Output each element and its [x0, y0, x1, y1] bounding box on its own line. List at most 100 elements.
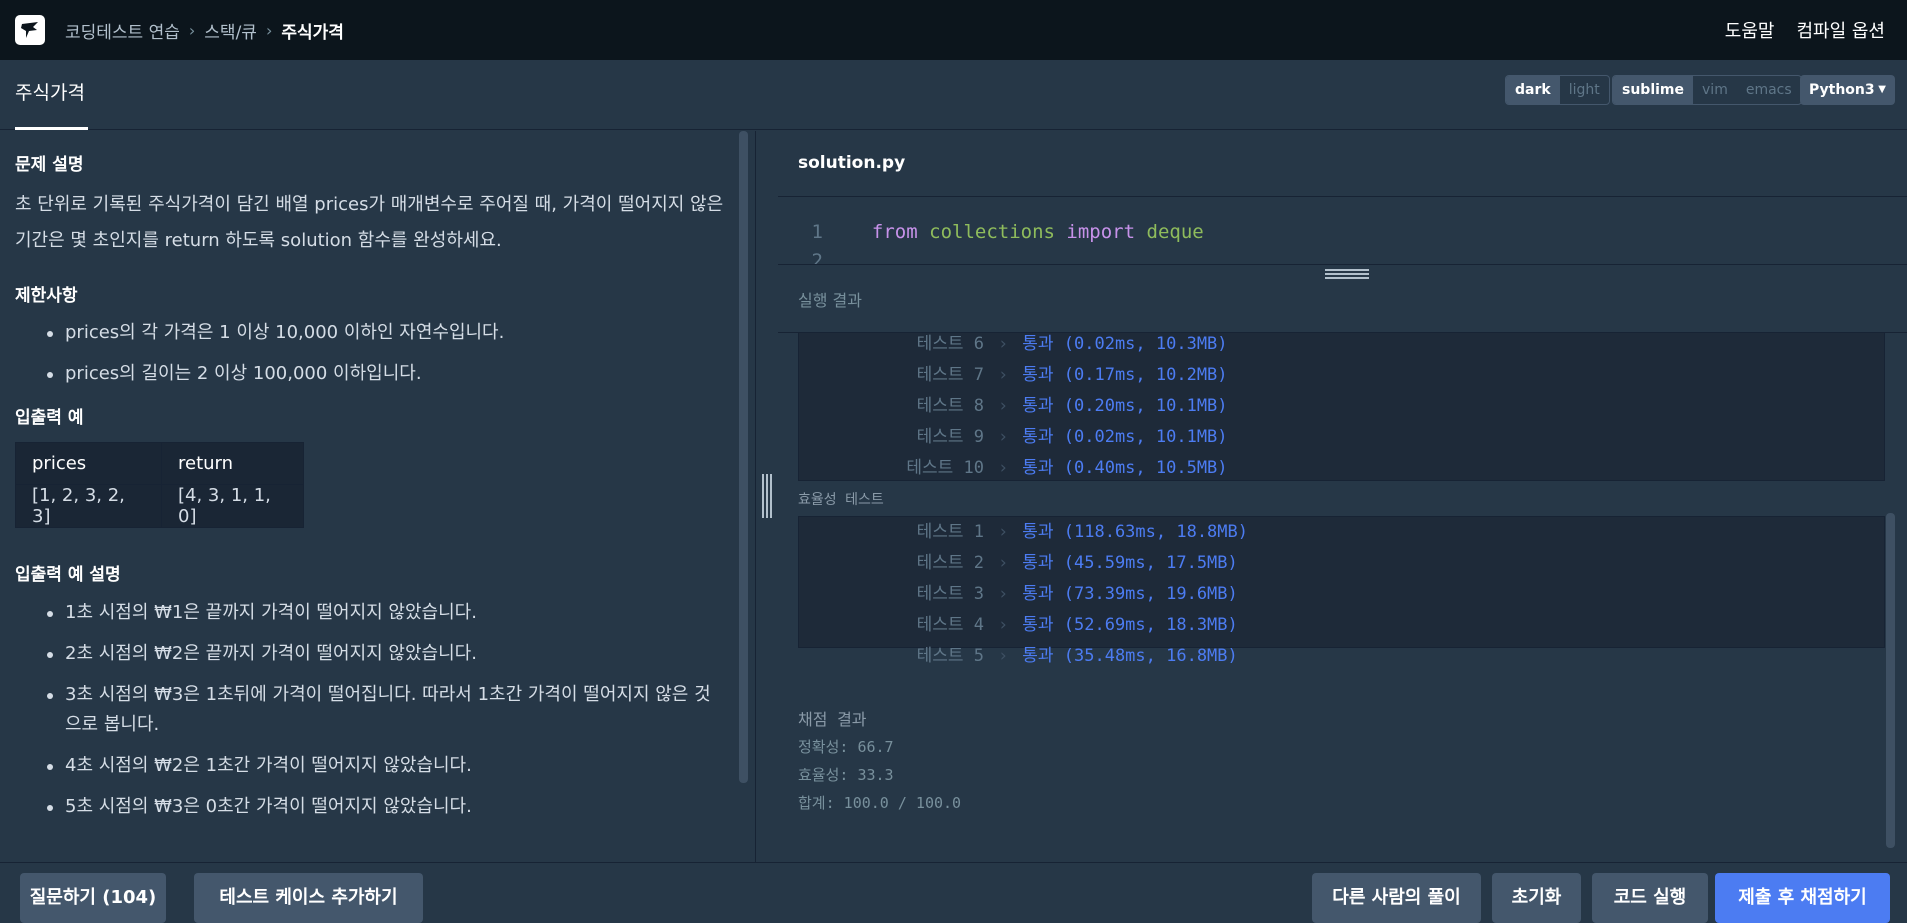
theme-light-option[interactable]: light: [1560, 76, 1609, 104]
section-title-limits: 제한사항: [15, 286, 78, 306]
test-name: 테스트 4: [916, 615, 984, 635]
action-bar: 질문하기 (104) 테스트 케이스 추가하기 다른 사람의 풀이 초기화 코드…: [0, 862, 1907, 923]
code-line: 2: [778, 250, 823, 264]
test-result: 통과 (0.17ms, 10.2MB): [1022, 365, 1228, 385]
test-name: 테스트 10: [906, 458, 984, 478]
chevron-right-icon: ›: [998, 334, 1009, 354]
test-result: 통과 (0.02ms, 10.3MB): [1022, 334, 1228, 354]
score-accuracy: 정확성: 66.7: [798, 738, 894, 756]
test-result: 통과 (45.59ms, 17.5MB): [1022, 553, 1238, 573]
test-result-row: 테스트 8 › 통과 (0.20ms, 10.1MB): [799, 391, 1884, 422]
test-result: 통과 (0.40ms, 10.5MB): [1022, 458, 1228, 478]
table-row: [1, 2, 3, 2, 3] [4, 3, 1, 1, 0]: [15, 484, 304, 528]
code-line: 1 from collections import deque: [778, 221, 1204, 243]
test-result-row: 테스트 2 › 통과 (45.59ms, 17.5MB): [799, 548, 1884, 579]
splitter-grip-icon[interactable]: [760, 474, 773, 518]
test-result: 통과 (73.39ms, 19.6MB): [1022, 584, 1238, 604]
chevron-right-icon: ›: [998, 458, 1009, 478]
breadcrumb-item-stack-queue[interactable]: 스택/큐: [204, 18, 257, 43]
file-name: solution.py: [798, 153, 906, 173]
efficiency-test-label: 효율성 테스트: [798, 492, 884, 508]
breadcrumb-item-current: 주식가격: [281, 22, 344, 43]
code-module: collections: [929, 221, 1055, 243]
test-result: 통과 (0.02ms, 10.1MB): [1022, 427, 1228, 447]
test-result-row: 테스트 4 › 통과 (52.69ms, 18.3MB): [799, 610, 1884, 641]
score-total: 합계: 100.0 / 100.0: [798, 794, 962, 812]
top-nav-bar: 코딩테스트 연습 › 스택/큐 › 주식가격 도움말 컴파일 옵션: [0, 0, 1907, 60]
result-scrollbar[interactable]: [1886, 513, 1895, 848]
section-title-io: 입출력 예: [15, 408, 84, 428]
code-keyword: import: [1066, 221, 1136, 243]
test-result: 통과 (52.69ms, 18.3MB): [1022, 615, 1238, 635]
limits-list: prices의 각 가격은 1 이상 10,000 이하인 자연수입니다. pr…: [15, 318, 725, 389]
tab-problem[interactable]: 주식가격: [15, 60, 88, 130]
test-name: 테스트 9: [916, 427, 984, 447]
chevron-right-icon: ›: [998, 584, 1009, 604]
accuracy-test-list: 테스트 6 › 통과 (0.02ms, 10.3MB) 테스트 7 › 통과 (0.17m…: [798, 333, 1885, 481]
score-title: 채점 결과: [798, 710, 867, 729]
breadcrumb: 코딩테스트 연습 › 스택/큐 › 주식가격: [65, 18, 344, 43]
test-result-row: 테스트 3 › 통과 (73.39ms, 19.6MB): [799, 579, 1884, 610]
test-name: 테스트 6: [916, 334, 984, 354]
chevron-right-icon: ›: [998, 522, 1009, 542]
list-item: 3초 시점의 ₩3은 1초뒤에 가격이 떨어집니다. 따라서 1초간 가격이 떨…: [15, 680, 725, 740]
run-code-button[interactable]: 코드 실행: [1592, 873, 1708, 923]
test-result-row: 테스트 1 › 통과 (118.63ms, 18.8MB): [799, 517, 1884, 548]
description-scrollbar[interactable]: [739, 131, 748, 783]
table-header-cell: return: [161, 442, 304, 485]
keymap-sublime-option[interactable]: sublime: [1613, 76, 1694, 104]
list-item: 5초 시점의 ₩3은 0초간 가격이 떨어지지 않았습니다.: [15, 792, 725, 822]
list-item: 2초 시점의 ₩2은 끝까지 가격이 떨어지지 않았습니다.: [15, 639, 725, 669]
chevron-right-icon: ›: [188, 20, 196, 40]
test-name: 테스트 2: [916, 553, 984, 573]
table-cell: [4, 3, 1, 1, 0]: [161, 484, 304, 528]
io-desc-list: 1초 시점의 ₩1은 끝까지 가격이 떨어지지 않았습니다. 2초 시점의 ₩2…: [15, 598, 725, 822]
line-number: 2: [811, 250, 823, 264]
editor-header: solution.py: [778, 131, 1907, 197]
test-name: 테스트 3: [916, 584, 984, 604]
breadcrumb-item-coding-test[interactable]: 코딩테스트 연습: [65, 18, 180, 43]
test-name: 테스트 7: [916, 365, 984, 385]
theme-toggle: dark light: [1505, 75, 1610, 105]
test-result: 통과 (118.63ms, 18.8MB): [1022, 522, 1248, 542]
lesson-header: 주식가격 dark light sublime vim emacs Python…: [0, 60, 1907, 130]
language-select[interactable]: Python3 ▼: [1800, 75, 1895, 105]
theme-dark-option[interactable]: dark: [1506, 76, 1560, 104]
drag-handle-icon[interactable]: [1325, 269, 1369, 281]
code-keyword: from: [871, 221, 918, 243]
list-item: prices의 길이는 2 이상 100,000 이하입니다.: [15, 359, 725, 389]
chevron-right-icon: ›: [998, 365, 1009, 385]
language-value: Python3: [1809, 82, 1875, 98]
line-number: 1: [811, 221, 823, 243]
test-result: 통과 (0.20ms, 10.1MB): [1022, 396, 1228, 416]
compile-options-link[interactable]: 컴파일 옵션: [1796, 17, 1885, 43]
list-item: 1초 시점의 ₩1은 끝까지 가격이 떨어지지 않았습니다.: [15, 598, 725, 628]
keymap-vim-option[interactable]: vim: [1693, 76, 1737, 104]
section-title-description: 문제 설명: [15, 155, 84, 175]
ask-question-button[interactable]: 질문하기 (104): [20, 873, 166, 923]
submit-button[interactable]: 제출 후 채점하기: [1715, 873, 1890, 923]
help-link[interactable]: 도움말: [1725, 17, 1775, 43]
efficiency-test-list: 테스트 1 › 통과 (118.63ms, 18.8MB) 테스트 2 › 통과 (45.…: [798, 516, 1885, 666]
chevron-right-icon: ›: [998, 615, 1009, 635]
add-test-case-button[interactable]: 테스트 케이스 추가하기: [194, 873, 423, 923]
problem-description-text: 초 단위로 기록된 주식가격이 담긴 배열 prices가 매개변수로 주어질 …: [15, 194, 724, 251]
code-editor[interactable]: 1 from collections import deque 2: [778, 198, 1907, 264]
score-efficiency: 효율성: 33.3: [798, 766, 894, 784]
test-name: 테스트 1: [916, 522, 984, 542]
logo-icon[interactable]: [15, 15, 45, 45]
io-example-table: prices return [1, 2, 3, 2, 3] [4, 3, 1, …: [15, 442, 304, 528]
reset-button[interactable]: 초기화: [1492, 873, 1581, 923]
test-result-row: 테스트 10 › 통과 (0.40ms, 10.5MB): [799, 453, 1884, 484]
list-item: 4초 시점의 ₩2은 1초간 가격이 떨어지지 않았습니다.: [15, 751, 725, 781]
test-name: 테스트 8: [916, 396, 984, 416]
test-result-row: 테스트 5 › 통과 (35.48ms, 16.8MB): [799, 641, 1884, 672]
test-result-row: 테스트 9 › 통과 (0.02ms, 10.1MB): [799, 422, 1884, 453]
chevron-right-icon: ›: [998, 553, 1009, 573]
result-title: 실행 결과: [798, 291, 862, 310]
section-title-io-desc: 입출력 예 설명: [15, 565, 121, 585]
test-result-row: 테스트 7 › 통과 (0.17ms, 10.2MB): [799, 360, 1884, 391]
keymap-emacs-option[interactable]: emacs: [1737, 76, 1801, 104]
view-others-solution-button[interactable]: 다른 사람의 풀이: [1312, 873, 1481, 923]
test-result-row: 테스트 6 › 통과 (0.02ms, 10.3MB): [799, 333, 1884, 360]
